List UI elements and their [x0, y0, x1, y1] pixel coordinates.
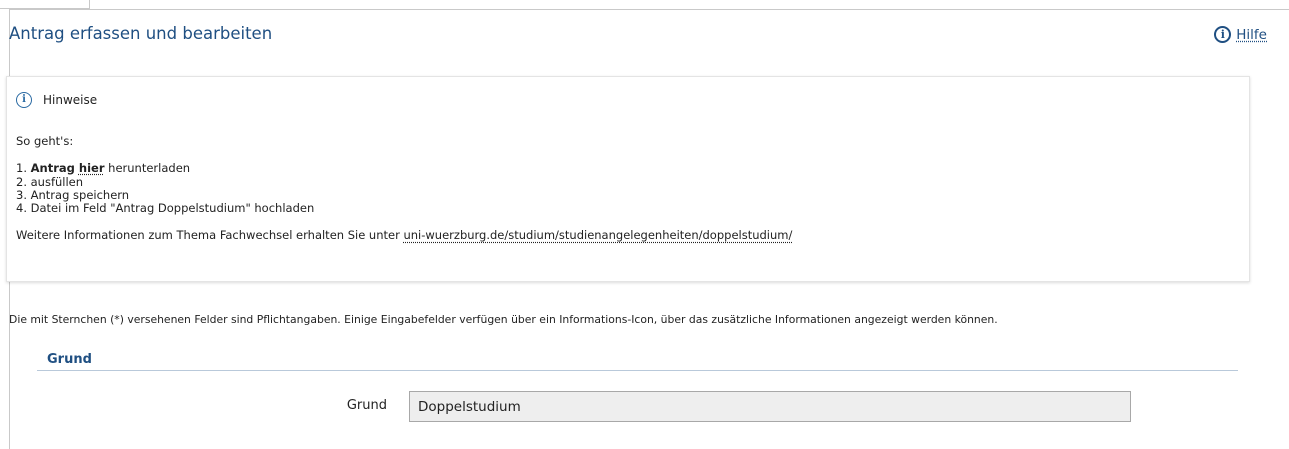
grund-label: Grund — [346, 398, 387, 413]
more-info-text: Weitere Informationen zum Thema Fachwech… — [16, 228, 404, 243]
step-1: 1. Antrag hier herunterladen — [16, 162, 792, 175]
grund-field[interactable]: Doppelstudium — [409, 391, 1131, 422]
help-label: Hilfe — [1236, 26, 1267, 43]
page-title: Antrag erfassen und bearbeiten — [9, 24, 273, 43]
section-divider — [37, 370, 1238, 371]
notice-body: So geht's: 1. Antrag hier herunterladen … — [16, 134, 792, 243]
section-title-grund: Grund — [47, 352, 92, 367]
step-2: 2. ausfüllen — [16, 174, 84, 189]
step-1-bold: Antrag — [30, 161, 79, 176]
info-icon: i — [16, 92, 32, 108]
doppelstudium-link[interactable]: uni-wuerzburg.de/studium/studienangelege… — [403, 228, 792, 242]
required-fields-note: Die mit Sternchen (*) versehenen Felder … — [9, 313, 998, 326]
step-1-number: 1. — [16, 161, 31, 176]
download-link[interactable]: hier — [79, 161, 105, 175]
notice-box: i Hinweise So geht's: 1. Antrag hier her… — [6, 76, 1250, 282]
info-icon: i — [1214, 26, 1232, 43]
notice-header: i Hinweise — [16, 92, 97, 108]
notice-intro: So geht's: — [16, 134, 74, 148]
step-3: 3. Antrag speichern — [16, 187, 130, 202]
step-4: 4. Datei im Feld "Antrag Doppelstudium" … — [16, 201, 315, 216]
more-info: Weitere Informationen zum Thema Fachwech… — [16, 229, 792, 242]
step-1-rest: herunterladen — [104, 161, 191, 176]
tab-stub — [0, 0, 90, 9]
notice-title: Hinweise — [43, 93, 98, 107]
help-link[interactable]: i Hilfe — [1214, 26, 1267, 43]
